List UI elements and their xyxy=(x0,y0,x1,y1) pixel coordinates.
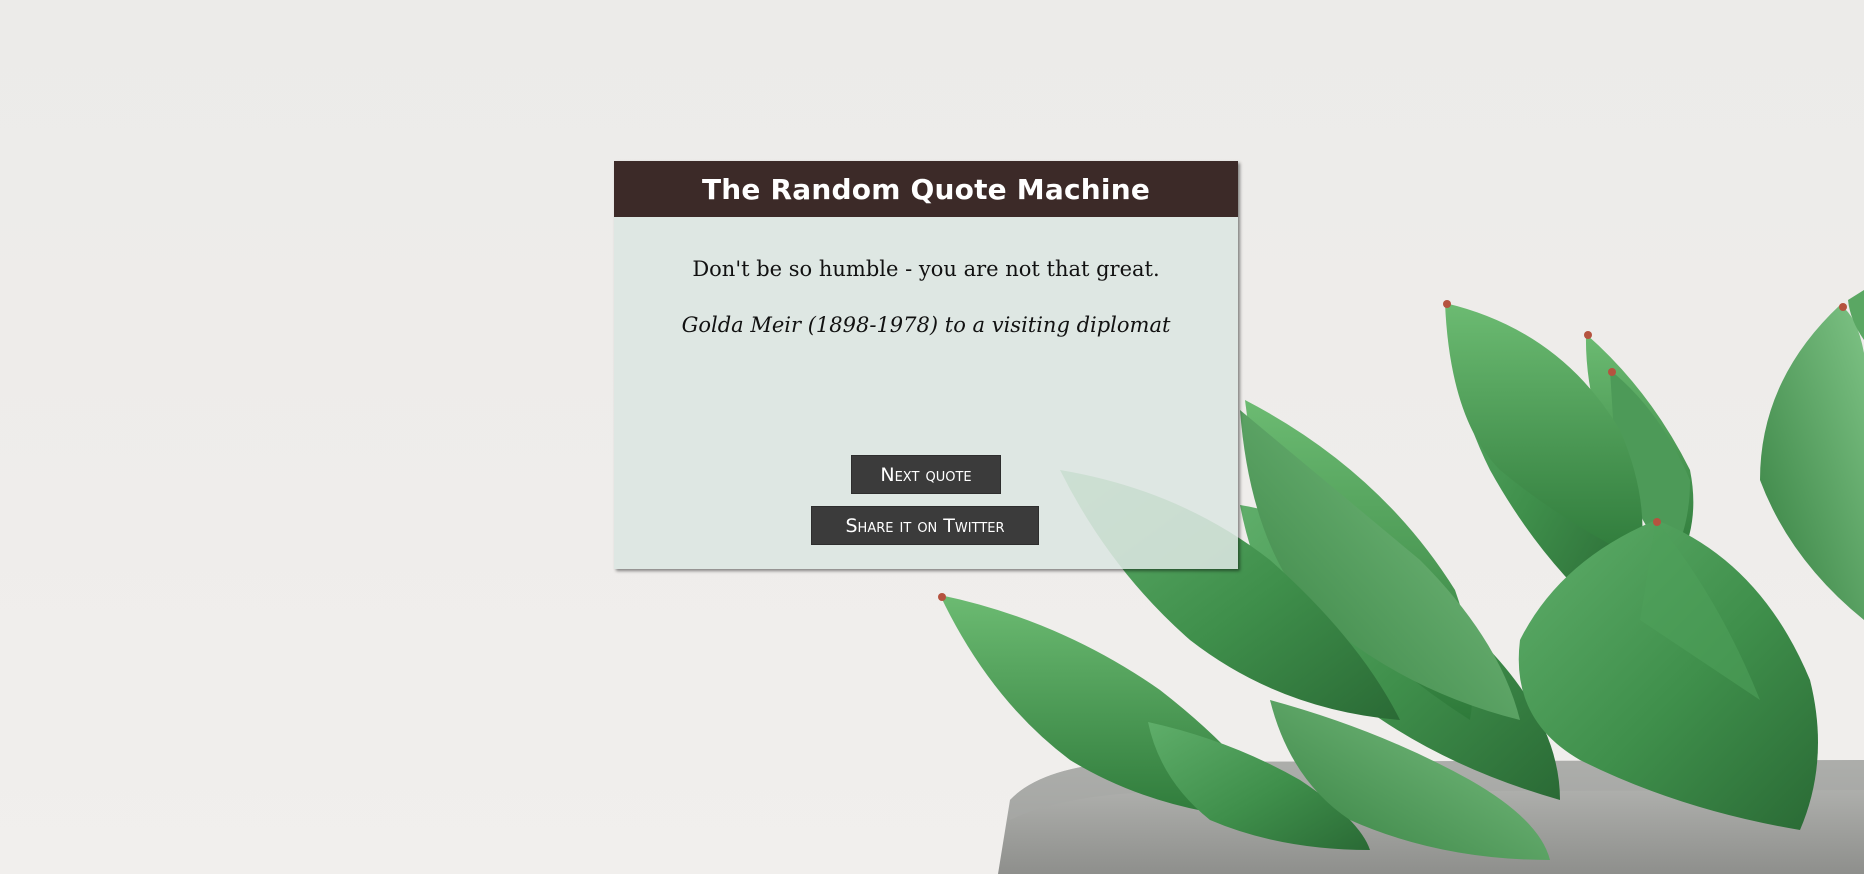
next-quote-button[interactable]: Next quote xyxy=(851,455,1001,494)
app-title: The Random Quote Machine xyxy=(614,161,1238,217)
quote-box: The Random Quote Machine Don't be so hum… xyxy=(614,161,1238,569)
share-twitter-button[interactable]: Share it on Twitter xyxy=(811,506,1039,545)
quote-author: Golda Meir (1898-1978) to a visiting dip… xyxy=(681,313,1171,337)
quote-text: Don't be so humble - you are not that gr… xyxy=(692,257,1160,281)
